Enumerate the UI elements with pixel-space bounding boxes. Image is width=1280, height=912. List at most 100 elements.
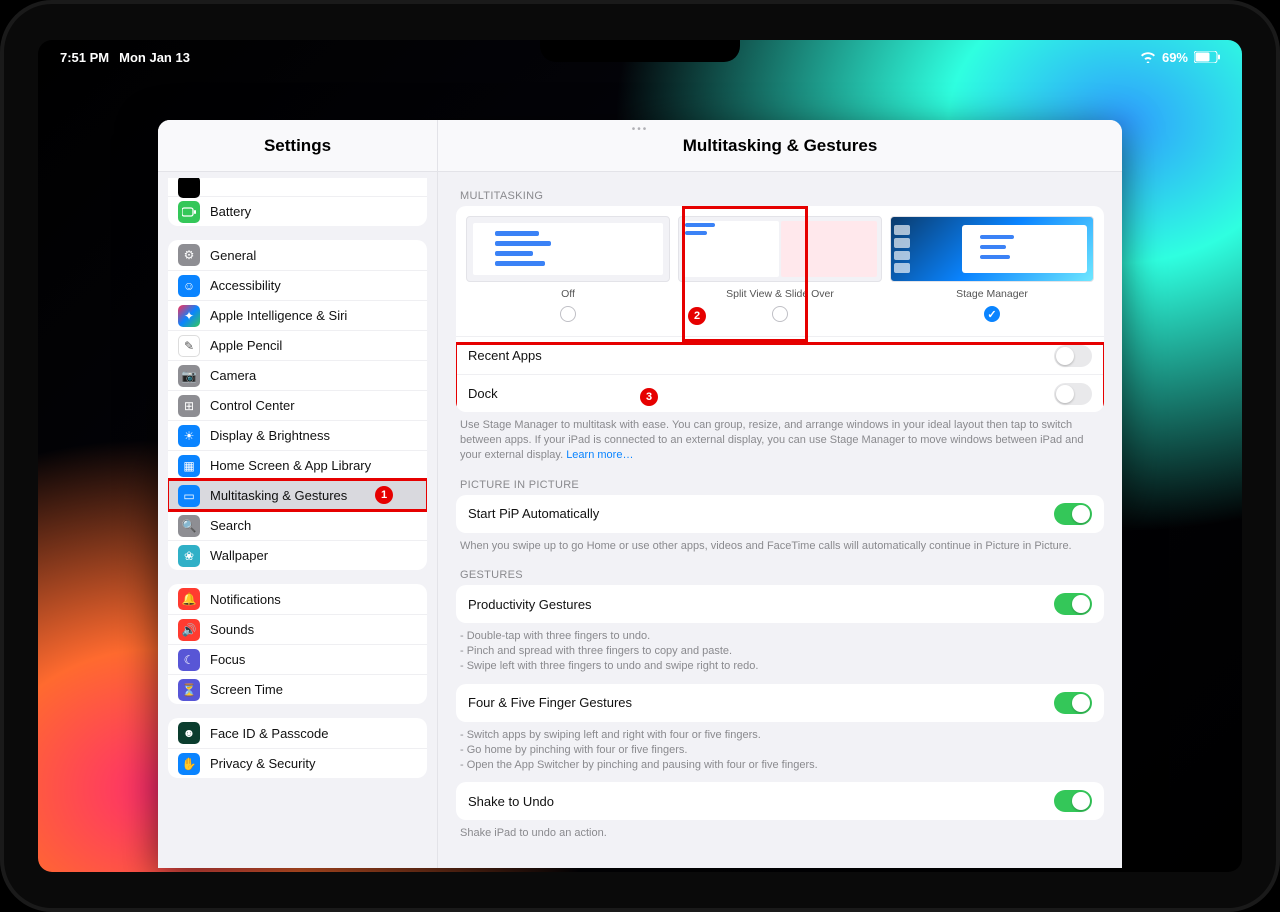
multitasking-card: Off Split View & Slide Over [456,206,1104,412]
mt-option-label: Stage Manager [956,288,1028,300]
sidebar-item-notifications[interactable]: 🔔 Notifications [168,584,427,614]
wifi-icon [1140,51,1156,63]
shake-footnote: Shake iPad to undo an action. [456,820,1104,851]
sidebar-label: Screen Time [210,682,417,697]
row-label: Shake to Undo [468,794,1054,809]
sidebar-item-search[interactable]: 🔍 Search [168,510,427,540]
sidebar-item-display[interactable]: ☀Display & Brightness [168,420,427,450]
sidebar-label: Wallpaper [210,548,417,563]
settings-window: ••• Settings Battery [158,120,1122,868]
toggle-fourfive[interactable] [1054,692,1092,714]
sidebar-item-wallpaper[interactable]: ❀ Wallpaper [168,540,427,570]
gesture-card-3: Shake to Undo [456,782,1104,820]
homescreen-icon: ▦ [178,455,200,477]
window-grabber-icon[interactable]: ••• [632,124,649,135]
radio-stage[interactable] [984,306,1000,322]
sidebar-group-partial: Battery [168,178,427,226]
row-label: Four & Five Finger Gestures [468,695,1054,710]
row-label: Start PiP Automatically [468,506,1054,521]
sidebar-item-sounds[interactable]: 🔊 Sounds [168,614,427,644]
annotation-badge-2: 2 [688,307,706,325]
main-pane: Multitasking & Gestures MULTITASKING [438,120,1122,868]
battery-icon [1194,51,1220,63]
gesture-card-1: Productivity Gestures [456,585,1104,623]
toggle-pip[interactable] [1054,503,1092,525]
section-gestures: GESTURES [456,563,1104,585]
sidebar-item-general[interactable]: ⚙General [168,240,427,270]
sidebar-label: Display & Brightness [210,428,417,443]
mt-option-stage[interactable]: Stage Manager [888,214,1096,324]
main-title: Multitasking & Gestures [438,120,1122,172]
mt-option-label: Off [561,288,575,300]
sidebar-item-apple-pencil[interactable]: ✎Apple Pencil [168,330,427,360]
mt-option-split[interactable]: Split View & Slide Over [676,214,884,324]
sidebar-item-privacy[interactable]: ✋ Privacy & Security [168,748,427,778]
multitasking-options: Off Split View & Slide Over [456,206,1104,336]
mt-option-label: Split View & Slide Over [726,288,834,300]
row-label: Recent Apps [468,348,1054,363]
row-pip-auto[interactable]: Start PiP Automatically [456,495,1104,533]
sidebar-item-truncated[interactable] [168,178,427,196]
row-fourfive[interactable]: Four & Five Finger Gestures [456,684,1104,722]
radio-off[interactable] [560,306,576,322]
sidebar-scroll[interactable]: Battery ⚙General ☺ Accessibility ✦Apple I… [158,172,437,868]
toggle-shake[interactable] [1054,790,1092,812]
accessibility-icon: ☺ [178,275,200,297]
multitasking-footnote: Use Stage Manager to multitask with ease… [456,412,1104,473]
row-label: Dock [468,386,1054,401]
fourfive-footnote: - Switch apps by swiping left and right … [456,722,1104,783]
gear-icon: ⚙ [178,244,200,266]
sidebar-label: Search [210,518,417,533]
sidebar-group-notifications: 🔔 Notifications 🔊 Sounds ☾Focus ⏳ Screen Ti… [168,584,427,704]
hand-icon: ✋ [178,753,200,775]
sidebar-label: Sounds [210,622,417,637]
sidebar-item-control-center[interactable]: ⊞Control Center [168,390,427,420]
mt-thumb-split [678,216,882,282]
sidebar-item-homescreen[interactable]: ▦Home Screen & App Library [168,450,427,480]
ipad-screen: 7:51 PM Mon Jan 13 69% ••• Settings [38,40,1242,872]
pencil-icon: ✎ [178,335,200,357]
row-shake[interactable]: Shake to Undo [456,782,1104,820]
gesture-card-2: Four & Five Finger Gestures [456,684,1104,722]
row-dock[interactable]: Dock [456,374,1104,412]
toggle-productivity[interactable] [1054,593,1092,615]
row-recent-apps[interactable]: Recent Apps [456,336,1104,374]
annotation-badge-3: 3 [640,388,658,406]
sidebar-item-faceid[interactable]: ☻Face ID & Passcode [168,718,427,748]
section-multitasking: MULTITASKING [456,184,1104,206]
sidebar-label: Focus [210,652,417,667]
sidebar-label: Control Center [210,398,417,413]
battery-percent: 69% [1162,50,1188,65]
mt-option-off[interactable]: Off [464,214,672,324]
main-scroll[interactable]: MULTITASKING Off [438,172,1122,868]
toggle-dock[interactable] [1054,383,1092,405]
sidebar-group-general: ⚙General ☺ Accessibility ✦Apple Intellige… [168,240,427,570]
camera-icon: 📷 [178,365,200,387]
radio-split[interactable] [772,306,788,322]
learn-more-link[interactable]: Learn more… [566,449,633,461]
annotation-badge-1: 1 [375,486,393,504]
toggle-recent-apps[interactable] [1054,345,1092,367]
sidebar-item-battery[interactable]: Battery [168,196,427,226]
sidebar-item-camera[interactable]: 📷 Camera [168,360,427,390]
row-productivity[interactable]: Productivity Gestures [456,585,1104,623]
hourglass-icon: ⏳ [178,679,200,701]
productivity-footnote: - Double-tap with three fingers to undo.… [456,623,1104,684]
status-date: Mon Jan 13 [119,50,190,65]
sidebar-label: Battery [210,204,417,219]
bell-icon: 🔔 [178,588,200,610]
sidebar-label: Notifications [210,592,417,607]
sidebar-item-accessibility[interactable]: ☺ Accessibility [168,270,427,300]
siri-icon: ✦ [178,305,200,327]
sidebar-item-focus[interactable]: ☾Focus [168,644,427,674]
sidebar-label: Camera [210,368,417,383]
search-icon: 🔍 [178,515,200,537]
sidebar-label: Accessibility [210,278,417,293]
sidebar-item-apple-intelligence[interactable]: ✦Apple Intelligence & Siri [168,300,427,330]
speaker-icon: 🔊 [178,619,200,641]
sidebar-label: Privacy & Security [210,756,417,771]
wallpaper-icon: ❀ [178,545,200,567]
sidebar-item-screentime[interactable]: ⏳ Screen Time [168,674,427,704]
section-pip: PICTURE IN PICTURE [456,473,1104,495]
ipad-frame: 7:51 PM Mon Jan 13 69% ••• Settings [0,0,1280,912]
